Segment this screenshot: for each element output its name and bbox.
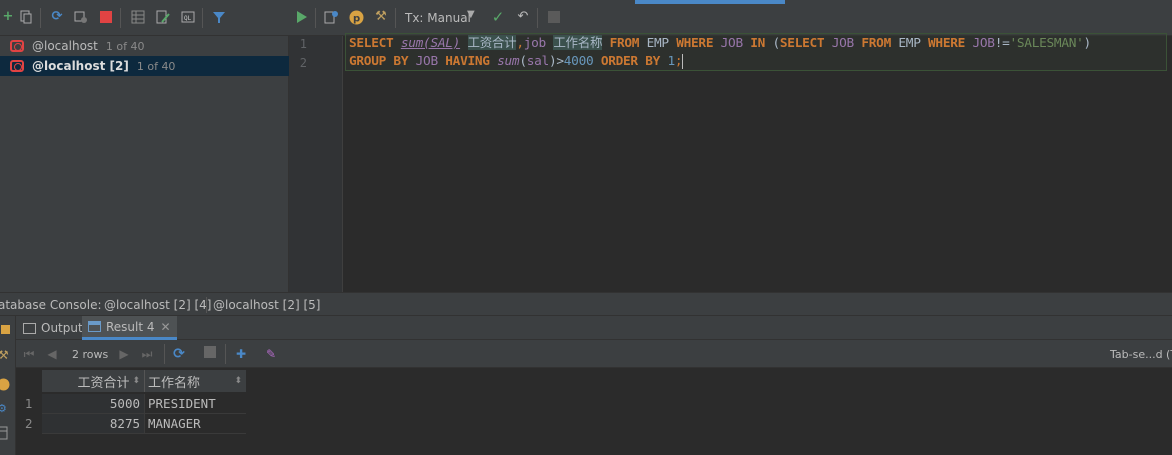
oracle-db-icon xyxy=(10,40,24,52)
editor-gutter: 1 2 xyxy=(289,36,343,292)
column-header-label: 工作名称 xyxy=(148,375,201,391)
grid-icon xyxy=(88,321,101,332)
row-number: 1 xyxy=(25,397,33,411)
code-line-2[interactable]: GROUP BY JOB HAVING sum(sal)>4000 ORDER … xyxy=(349,52,684,71)
sessions-toolbar: + ⟳ QL xyxy=(0,0,289,36)
session-name: @localhost [2] xyxy=(32,59,129,73)
table-icon[interactable] xyxy=(130,9,146,25)
session-count: 1 of 40 xyxy=(136,59,176,73)
column-header[interactable]: 工资合计 ⬍ xyxy=(42,370,144,392)
duplicate-icon[interactable] xyxy=(18,9,34,25)
tab-result-4[interactable]: Result 4 ✕ xyxy=(82,316,177,340)
parameters-icon[interactable] xyxy=(0,378,10,391)
code-line-1[interactable]: SELECT sum(SAL) 工资合计,job 工作名称 FROM EMP W… xyxy=(349,33,1091,52)
filter-icon[interactable] xyxy=(211,9,227,25)
settings-icon[interactable] xyxy=(73,9,89,25)
result-toolbar: ⏮ ◀ 2 rows ▶ ⏭ ⟳ ✚ ✎ Tab-se...d (T xyxy=(16,340,1172,368)
line-number: 1 xyxy=(299,37,307,51)
cancel-icon[interactable] xyxy=(546,9,562,25)
compare-icon[interactable]: ✎ xyxy=(263,346,279,362)
session-count: 1 of 40 xyxy=(105,39,145,53)
column-header-label: 工资合计 xyxy=(77,375,130,391)
view-mode-select[interactable]: Tab-se...d (T xyxy=(1110,348,1172,361)
settings-icon[interactable]: ⚙ xyxy=(0,402,7,415)
sort-icon[interactable]: ⬍ xyxy=(234,376,242,386)
console-tab-bar: atabase Console: @localhost [2] [4] @loc… xyxy=(0,292,1172,316)
rollback-icon[interactable]: ↶ xyxy=(515,9,531,25)
stop-icon[interactable] xyxy=(98,9,114,25)
tab-output[interactable]: Output xyxy=(17,316,89,340)
oracle-db-icon xyxy=(10,60,24,72)
table-icon[interactable] xyxy=(0,426,9,440)
table-cell[interactable]: 5000 xyxy=(42,394,144,414)
console-tab-4[interactable]: @localhost [2] [4] xyxy=(104,298,212,312)
sort-icon[interactable]: ⬍ xyxy=(132,376,140,386)
commit-icon[interactable]: ✓ xyxy=(490,9,506,25)
active-tab-indicator xyxy=(635,0,785,4)
stop-icon[interactable] xyxy=(202,346,218,362)
svg-text:QL: QL xyxy=(184,15,192,22)
last-page-icon[interactable]: ⏭ xyxy=(139,346,155,362)
run-icon[interactable] xyxy=(294,9,310,25)
close-icon[interactable]: ✕ xyxy=(161,320,171,334)
sql-editor[interactable] xyxy=(289,36,1172,292)
session-name: @localhost xyxy=(32,39,98,53)
database-console-label: atabase Console: xyxy=(0,298,102,312)
text-caret xyxy=(682,54,684,69)
table-cell[interactable]: MANAGER xyxy=(144,414,246,434)
column-header[interactable]: 工作名称 ⬍ xyxy=(144,370,246,392)
tab-output-label: Output xyxy=(41,321,83,335)
add-row-icon[interactable]: ✚ xyxy=(233,346,249,362)
tools-icon[interactable]: ⚒ xyxy=(373,9,389,25)
refresh-icon[interactable]: ⟳ xyxy=(49,9,65,25)
output-icon xyxy=(23,322,36,334)
row-count[interactable]: 2 rows xyxy=(72,348,108,361)
next-page-icon[interactable]: ▶ xyxy=(116,346,132,362)
explain-icon[interactable] xyxy=(323,9,339,25)
tab-result-label: Result 4 xyxy=(106,319,155,334)
line-number: 2 xyxy=(299,56,307,70)
editor-toolbar: p ⚒ Tx: Manual ▼ ✓ ↶ xyxy=(289,0,1172,36)
table-cell[interactable]: 8275 xyxy=(42,414,144,434)
tx-mode-select[interactable]: Tx: Manual xyxy=(405,11,471,25)
parameters-icon[interactable]: p xyxy=(348,9,364,25)
table-cell[interactable]: PRESIDENT xyxy=(144,394,246,414)
row-number: 2 xyxy=(25,417,33,431)
chevron-down-icon[interactable]: ▼ xyxy=(467,9,475,20)
svg-text:p: p xyxy=(353,13,360,24)
session-item-selected[interactable]: @localhost [2] 1 of 40 xyxy=(0,56,289,76)
first-page-icon[interactable]: ⏮ xyxy=(21,346,37,362)
console-tab-5[interactable]: @localhost [2] [5] xyxy=(213,298,321,312)
console-icon[interactable]: QL xyxy=(180,9,196,25)
prev-page-icon[interactable]: ◀ xyxy=(44,346,60,362)
services-strip: ⚒ ⚙ xyxy=(0,316,16,455)
refresh-icon[interactable]: ⟳ xyxy=(171,346,187,362)
add-icon[interactable]: + xyxy=(0,9,16,25)
pin-icon[interactable] xyxy=(0,324,12,336)
edit-icon[interactable] xyxy=(155,9,171,25)
tools-icon[interactable]: ⚒ xyxy=(0,348,9,362)
result-tab-bar: Output Result 4 ✕ xyxy=(0,316,1172,340)
session-item[interactable]: @localhost 1 of 40 xyxy=(0,36,289,56)
